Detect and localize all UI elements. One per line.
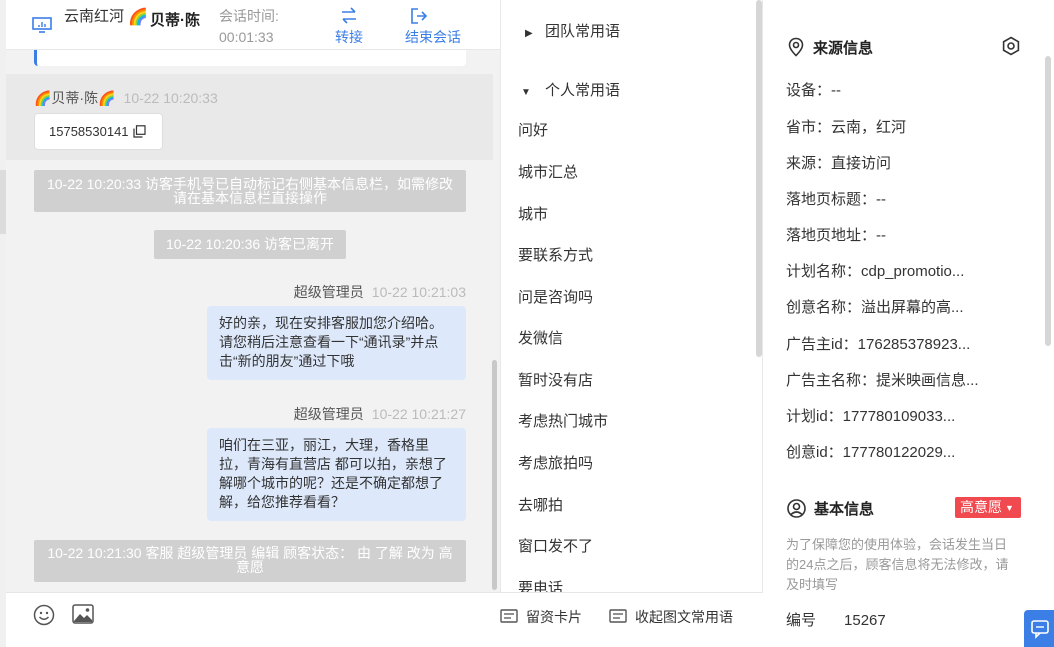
agent-message-time: 10-22 10:21:27 (371, 406, 466, 422)
info-plan-name: 计划名称：cdp_promotio... (786, 263, 965, 280)
phrase-group-label: 个人常用语 (545, 82, 621, 99)
agent-message-bubble: 咱们在三亚，丽江，大理，香格里拉，青海有直营店 都可以拍，亲想了解哪个城市的呢？… (207, 428, 466, 521)
monitor-icon (32, 17, 52, 33)
phrase-group-team[interactable]: ▶ 团队常用语 (525, 20, 620, 41)
info-creative-name: 创意名称：溢出屏幕的高... (786, 299, 964, 316)
info-landing-url: 落地页地址：-- (786, 227, 886, 244)
user-icon (787, 499, 806, 518)
phrase-item[interactable]: 窗口发不了 (518, 535, 593, 556)
phrase-item[interactable]: 去哪拍 (518, 494, 563, 515)
visitor-message-time: 10-22 10:20:33 (123, 90, 218, 106)
info-plan-id: 计划id：177780109033... (786, 408, 956, 425)
session-time-label: 会话时间: (219, 8, 279, 24)
info-scrollbar[interactable] (1045, 56, 1051, 346)
info-province-city: 省市：云南，红河 (786, 119, 907, 136)
visitor-message-header: 🌈贝蒂·陈🌈 10-22 10:20:33 (34, 88, 218, 108)
agent-message-header: 超级管理员 10-22 10:21:03 (294, 282, 466, 302)
info-id-row: 编号 15267 (786, 609, 886, 630)
emoji-icon[interactable] (33, 604, 55, 626)
rainbow-avatar-icon: 🌈 (128, 9, 148, 26)
phrase-item[interactable]: 考虑热门城市 (518, 410, 608, 431)
phrase-item[interactable]: 问是咨询吗 (518, 286, 593, 307)
phrase-group-personal[interactable]: ▼ 个人常用语 (521, 79, 621, 100)
chat-scrollbar[interactable] (492, 360, 497, 590)
common-phrases-panel: ▶ 团队常用语 ▼ 个人常用语 问好 城市汇总 城市 要联系方式 问是咨询吗 发微信… (500, 0, 763, 647)
intent-status-label: 高意愿 (960, 499, 1002, 515)
transfer-icon (342, 7, 356, 24)
settings-icon[interactable] (1001, 36, 1021, 56)
chat-panel: 云南红河 🌈 贝蒂·陈 会话时间: 00:01:33 转接 结束会话 🌈贝蒂·陈… (6, 0, 500, 647)
basic-info-title: 基本信息 (814, 501, 875, 518)
phone-number-text: 15758530141 (49, 124, 129, 139)
info-advertiser-id: 广告主id：176285378923... (786, 336, 971, 353)
caret-down-icon: ▼ (1005, 503, 1014, 513)
agent-name: 超级管理员 (293, 284, 364, 300)
info-advertiser-name: 广告主名称：提米映画信息... (786, 372, 979, 389)
chat-header: 云南红河 🌈 贝蒂·陈 会话时间: 00:01:33 转接 结束会话 (6, 0, 500, 50)
edit-notice: 为了保障您的使用体验，会话发生当日的24点之后，顾客信息将无法修改，请及时填写 (786, 537, 1009, 592)
info-id-label: 编号 (786, 612, 817, 629)
caret-right-icon: ▶ (525, 28, 533, 39)
info-source: 来源：直接访问 (786, 155, 892, 172)
chat-bubble-icon (1031, 620, 1049, 639)
session-time-value: 00:01:33 (219, 29, 274, 45)
phrase-item[interactable]: 发微信 (518, 327, 563, 348)
customer-info-panel: 来源信息 设备：-- 省市：云南，红河 来源：直接访问 落地页标题：-- 落地页… (763, 0, 1054, 647)
basic-info-header: 基本信息 (787, 498, 874, 519)
lead-card-label: 留资卡片 (526, 609, 582, 625)
transfer-label: 转接 (335, 29, 363, 45)
chat-input-toolbar (6, 592, 500, 647)
collapse-phrases-button[interactable]: 收起图文常用语 (609, 607, 733, 627)
copy-icon[interactable] (133, 125, 146, 138)
image-icon[interactable] (72, 604, 94, 624)
phrase-item[interactable]: 城市汇总 (518, 161, 578, 182)
card-icon (500, 609, 518, 623)
caret-down-icon: ▼ (521, 87, 531, 98)
collapse-phrases-label: 收起图文常用语 (635, 609, 733, 625)
phone-number-bubble[interactable]: 15758530141 (34, 113, 163, 150)
intent-status-dropdown[interactable]: 高意愿 ▼ (955, 497, 1021, 518)
source-info-header: 来源信息 (787, 37, 873, 58)
end-session-button[interactable]: 结束会话 (401, 4, 465, 47)
agent-name: 超级管理员 (293, 406, 364, 422)
info-landing-title: 落地页标题：-- (786, 191, 886, 208)
transfer-button[interactable]: 转接 (331, 4, 367, 47)
system-message: 10-22 10:20:36 访客已离开 (154, 230, 346, 259)
phrase-group-label: 团队常用语 (545, 23, 621, 40)
exit-icon (411, 8, 428, 24)
agent-message-time: 10-22 10:21:03 (371, 284, 466, 300)
lead-card-button[interactable]: 留资卡片 (500, 607, 582, 627)
phrase-item[interactable]: 问好 (518, 119, 548, 140)
source-info-title: 来源信息 (813, 40, 874, 57)
previous-message-bubble (34, 50, 466, 66)
phrases-footer: 留资卡片 收起图文常用语 (500, 592, 763, 647)
info-id-value: 15267 (844, 612, 886, 629)
visitor-name: 贝蒂·陈 (150, 12, 200, 29)
phrase-item[interactable]: 要联系方式 (518, 244, 593, 265)
visitor-message: 🌈贝蒂·陈🌈 10-22 10:20:33 15758530141 (6, 74, 493, 160)
agent-message-header: 超级管理员 10-22 10:21:27 (294, 404, 466, 424)
floating-chat-button[interactable] (1024, 610, 1054, 647)
phrases-scrollbar[interactable] (756, 0, 762, 357)
agent-message-bubble: 好的亲，现在安排客服加您介绍哈。请您稍后注意查看一下“通讯录”并点击“新的朋友”… (207, 306, 466, 380)
phrase-item[interactable]: 暂时没有店 (518, 369, 593, 390)
phrase-item[interactable]: 考虑旅拍吗 (518, 452, 593, 473)
message-icon (609, 609, 627, 623)
info-device: 设备：-- (786, 82, 841, 99)
visitor-message-name: 🌈贝蒂·陈🌈 (34, 90, 116, 106)
phrase-item[interactable]: 城市 (518, 203, 548, 224)
info-creative-id: 创意id：177780122029... (786, 444, 956, 461)
system-message: 10-22 10:21:30 客服 超级管理员 编辑 顾客状态： 由 了解 改为… (34, 540, 466, 582)
location-pin-icon (788, 37, 804, 57)
phrase-item[interactable]: 要电话 (518, 577, 563, 592)
system-message: 10-22 10:20:33 访客手机号已自动标记右侧基本信息栏，如需修改请在基… (34, 170, 466, 212)
end-session-label: 结束会话 (405, 29, 461, 45)
visitor-location: 云南红河 (64, 8, 125, 25)
